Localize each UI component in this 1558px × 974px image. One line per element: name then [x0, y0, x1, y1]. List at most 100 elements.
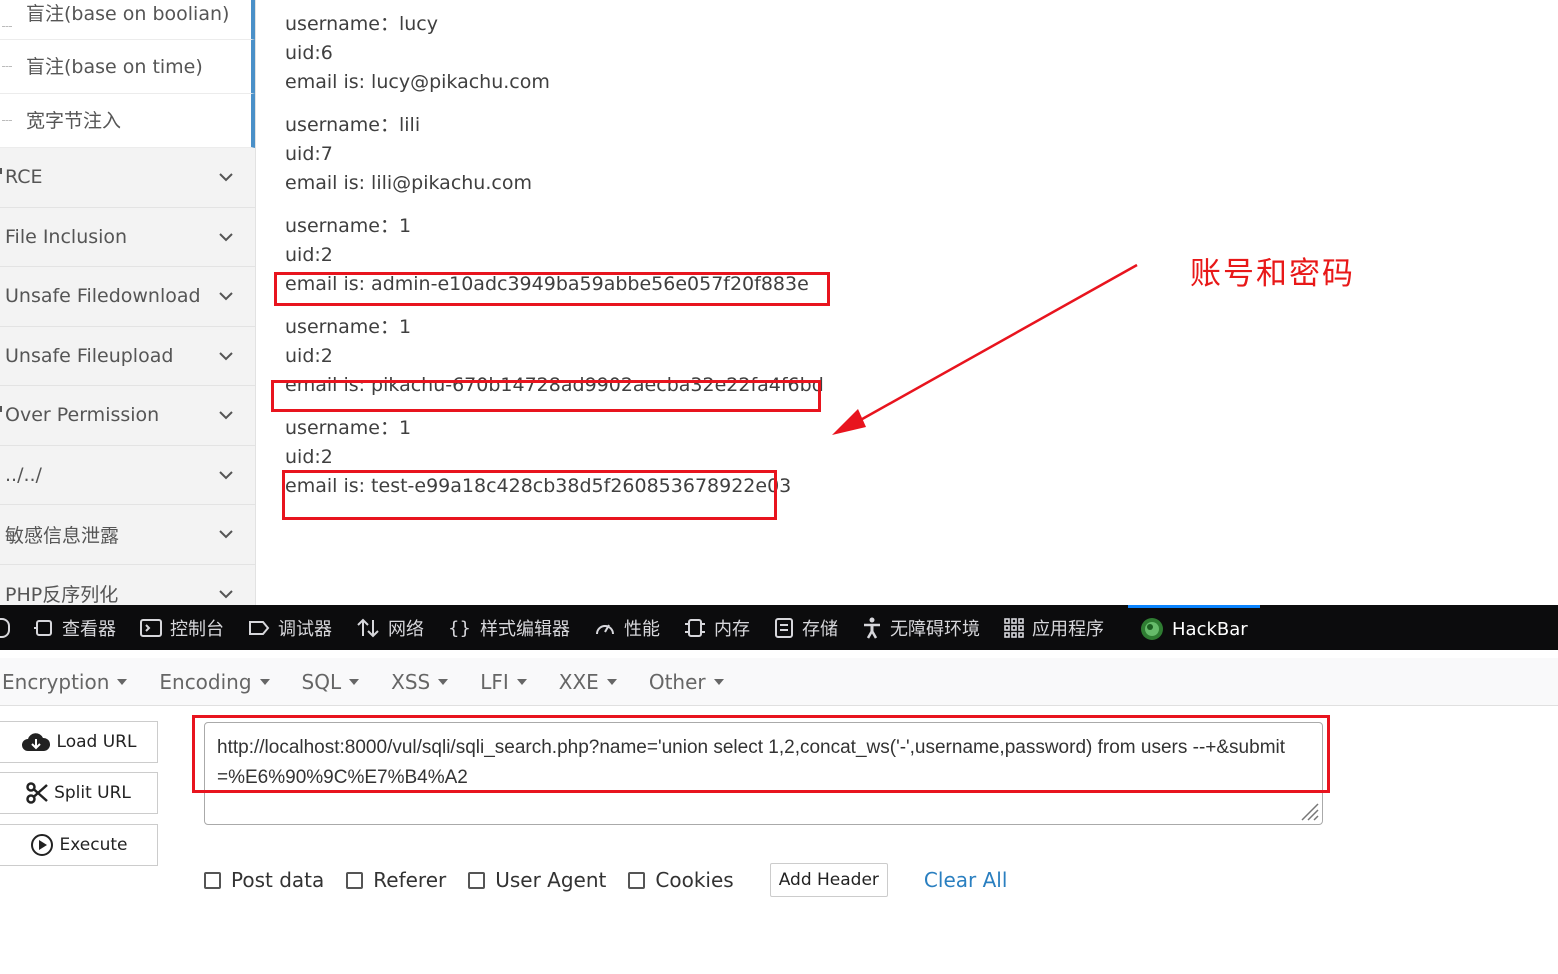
tab-label: 网络 [388, 618, 424, 640]
menu-label: SQL [301, 669, 342, 694]
caret-down-icon [713, 678, 724, 685]
tab-inspector[interactable]: 查看器 [34, 605, 116, 650]
post-data-checkbox[interactable]: Post data [204, 868, 324, 892]
sidebar-item-label: ../../ [5, 463, 42, 486]
tab-style-editor[interactable]: {} 样式编辑器 [448, 605, 570, 650]
checkbox-box[interactable] [346, 871, 364, 889]
result-record: username：lili uid:7 email is: lili@pikac… [285, 111, 985, 198]
menu-other[interactable]: Other [649, 670, 724, 694]
tab-label: 性能 [624, 618, 660, 640]
sidebar-item-rce[interactable]: RCE [0, 148, 255, 208]
sidebar-item-label: Unsafe Fileupload [5, 344, 174, 367]
result-username: username：lucy [285, 13, 439, 35]
scissors-icon [26, 782, 48, 804]
chevron-down-icon [219, 173, 233, 182]
sidebar-item-unsafe-filedownload[interactable]: Unsafe Filedownload [0, 267, 255, 327]
menu-xss[interactable]: XSS [391, 669, 449, 694]
highlight-box-pikachu [271, 380, 821, 412]
highlight-box-admin [274, 272, 830, 306]
button-label: Split URL [54, 783, 131, 803]
console-icon [140, 618, 162, 637]
sidebar-subitem-blind-boolean[interactable]: 盲注(base on boolian) [0, 0, 255, 40]
tab-accessibility[interactable]: 无障碍环境 [862, 605, 980, 650]
menu-label: Other [648, 669, 706, 694]
sidebar-item-unsafe-fileupload[interactable]: Unsafe Fileupload [0, 327, 255, 386]
menu-icon-fragment [0, 168, 2, 174]
sidebar-subitem-blind-time[interactable]: 盲注(base on time) [0, 40, 255, 94]
chevron-down-icon [219, 411, 233, 420]
execute-button[interactable]: Execute [0, 824, 158, 866]
caret-down-icon [438, 678, 449, 685]
checkbox-box[interactable] [628, 871, 646, 889]
tab-label: 无障碍环境 [890, 618, 980, 640]
sidebar-subitem-label: 盲注(base on time) [26, 56, 203, 78]
network-icon [357, 618, 379, 637]
hackbar-menu: Encryption Encoding SQL XSS LFI XXE Othe… [0, 658, 1558, 706]
checkbox-label: Cookies [655, 868, 734, 892]
tab-memory[interactable]: 内存 [684, 605, 750, 650]
chevron-down-icon [219, 470, 233, 479]
tree-connector [2, 120, 12, 122]
sidebar-item-over-permission[interactable]: Over Permission [0, 386, 255, 446]
menu-label: Encryption [2, 669, 110, 694]
inspector-icon [34, 619, 52, 636]
tab-label: 样式编辑器 [480, 618, 570, 640]
sidebar-item-php-unserialize[interactable]: PHP反序列化 [0, 565, 255, 605]
sidebar-item-info-leak[interactable]: 敏感信息泄露 [0, 505, 255, 565]
checkbox-label: Post data [231, 868, 325, 892]
menu-xxe[interactable]: XXE [559, 670, 617, 694]
checkbox-label: User Agent [495, 868, 607, 892]
chevron-down-icon [219, 530, 233, 539]
tab-network[interactable]: 网络 [356, 605, 424, 650]
chevron-down-icon [219, 589, 233, 598]
tab-performance[interactable]: 性能 [594, 605, 660, 650]
menu-label: XSS [391, 669, 431, 694]
pick-element-icon[interactable] [0, 617, 10, 638]
sidebar-item-dir-traversal[interactable]: ../../ [0, 446, 255, 505]
menu-encoding[interactable]: Encoding [159, 670, 270, 694]
result-uid: uid:6 [285, 42, 333, 64]
devtools-toolbar: 查看器 控制台 调试器 网络 {} 样式编辑器 性能 内存 存储 无障碍环境 应… [0, 605, 1558, 650]
add-header-button[interactable]: Add Header [769, 863, 888, 897]
menu-encryption[interactable]: Encryption [2, 669, 128, 694]
clear-all-link[interactable]: Clear All [924, 868, 1007, 892]
sidebar: 盲注(base on boolian) 盲注(base on time) 宽字节… [0, 0, 256, 605]
cookies-checkbox[interactable]: Cookies [628, 868, 734, 892]
user-agent-checkbox[interactable]: User Agent [468, 868, 606, 892]
hackbar-options: Post data Referer User Agent Cookies Add… [204, 863, 1007, 897]
resize-grip-icon[interactable] [1298, 800, 1320, 822]
tab-storage[interactable]: 存储 [774, 605, 838, 650]
sidebar-item-label: PHP反序列化 [5, 584, 119, 605]
result-email: email is: lili@pikachu.com [285, 172, 532, 194]
load-url-button[interactable]: Load URL [0, 721, 158, 763]
result-username: username：lili [285, 114, 421, 136]
result-record: username：lucy uid:6 email is: lucy@pikac… [285, 10, 985, 97]
menu-sql[interactable]: SQL [302, 670, 360, 694]
result-username: username：1 [285, 215, 412, 237]
tab-label: HackBar [1172, 618, 1248, 640]
tab-console[interactable]: 控制台 [140, 605, 224, 650]
referer-checkbox[interactable]: Referer [346, 868, 446, 892]
sidebar-subitem-wide-byte[interactable]: 宽字节注入 [0, 94, 255, 148]
cloud-download-icon [21, 733, 50, 751]
tab-hackbar[interactable]: HackBar [1128, 605, 1260, 650]
checkbox-box[interactable] [204, 871, 221, 889]
sidebar-item-label: 敏感信息泄露 [5, 524, 120, 547]
annotation-label: 账号和密码 [1190, 256, 1355, 292]
menu-lfi[interactable]: LFI [480, 670, 527, 694]
caret-down-icon [349, 678, 360, 685]
annotation-arrow [832, 263, 1138, 435]
sidebar-item-label: RCE [5, 166, 43, 189]
highlight-box-url [192, 715, 1330, 793]
result-email: email is: lucy@pikachu.com [285, 71, 550, 93]
tab-debugger[interactable]: 调试器 [248, 605, 332, 650]
tab-application[interactable]: 应用程序 [1004, 605, 1104, 650]
split-url-button[interactable]: Split URL [0, 772, 158, 814]
sidebar-item-label: File Inclusion [5, 225, 128, 248]
menu-icon-fragment [0, 406, 2, 412]
performance-icon [596, 624, 614, 634]
storage-icon [775, 617, 793, 638]
sidebar-item-label: Unsafe Filedownload [5, 285, 201, 308]
sidebar-item-file-inclusion[interactable]: File Inclusion [0, 208, 255, 267]
checkbox-box[interactable] [468, 871, 486, 889]
